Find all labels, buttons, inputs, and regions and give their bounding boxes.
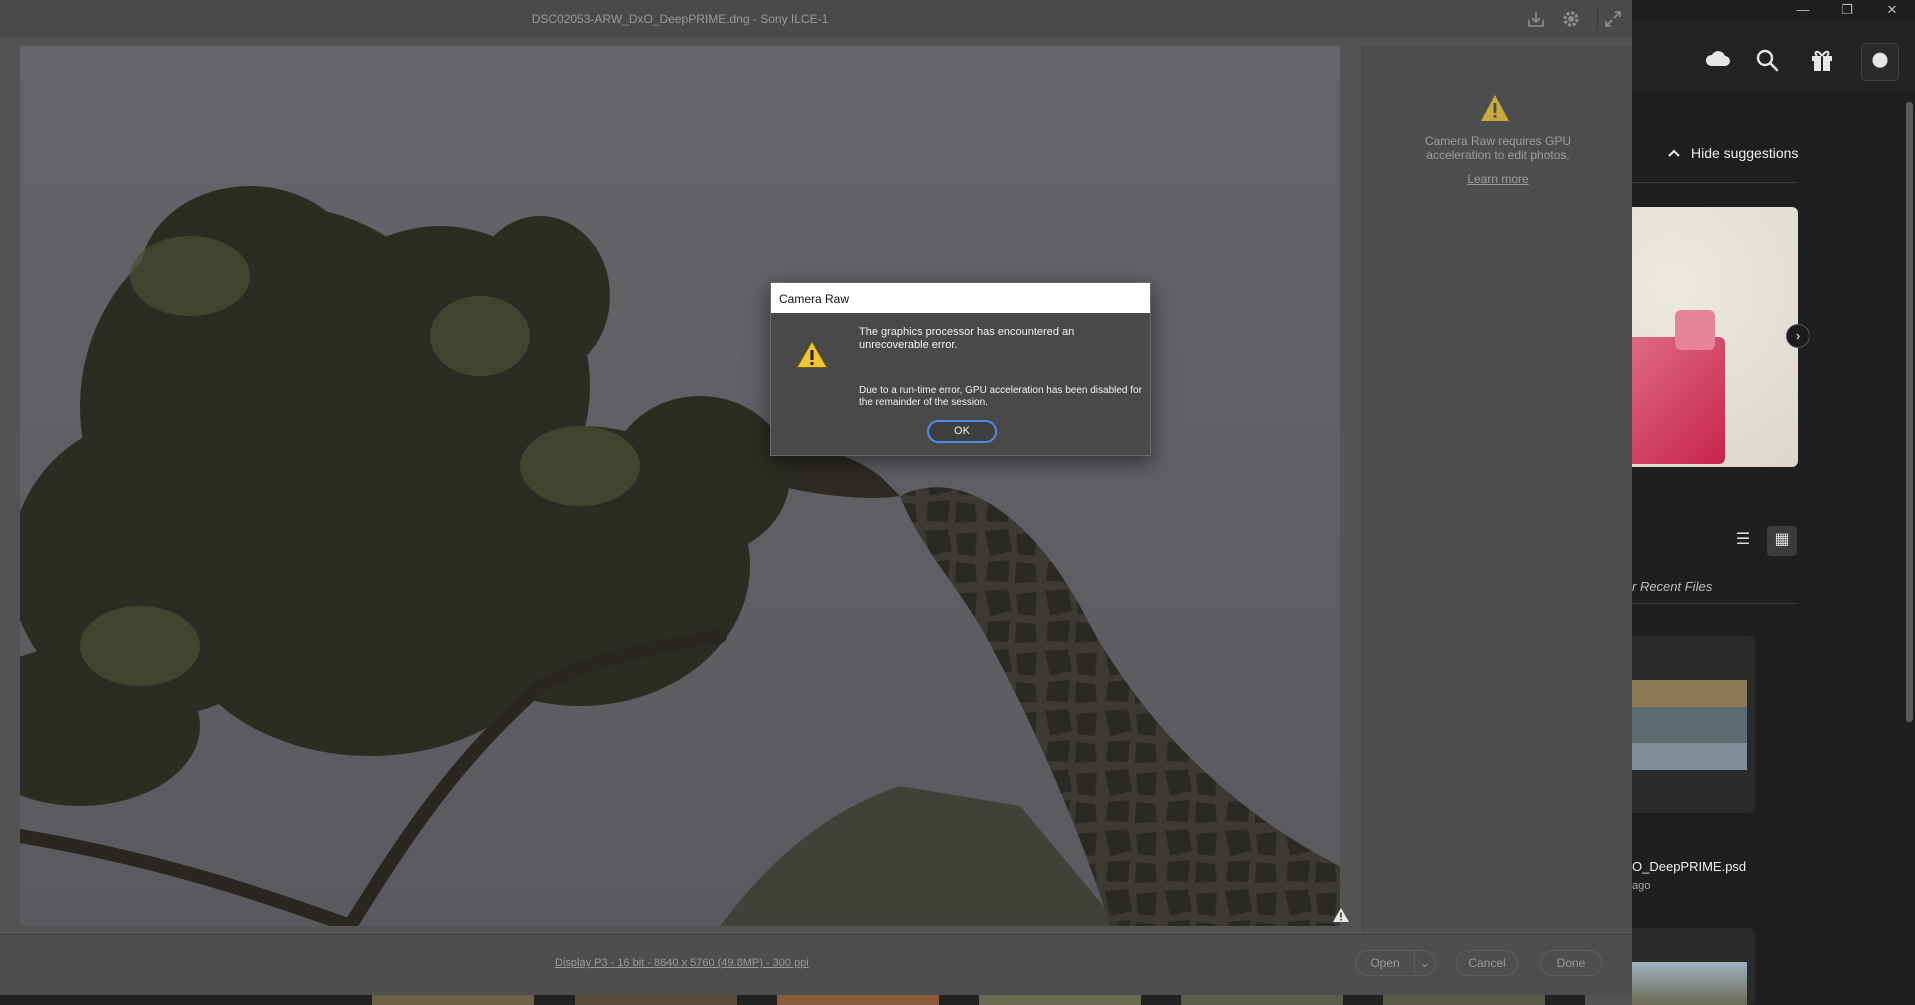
filmstrip-thumbnail[interactable] [777,995,939,1005]
restore-button[interactable]: ❐ [1824,0,1870,22]
save-icon[interactable] [1526,9,1546,29]
dialog-message-primary: The graphics processor has encountered a… [859,326,1075,351]
suggestion-card[interactable] [1620,207,1798,467]
filmstrip-thumbnail[interactable] [372,995,534,1005]
open-options-button[interactable]: ⌄ [1414,950,1436,976]
scrollbar-thumb[interactable] [1906,102,1913,722]
gpu-required-message: Camera Raw requires GPU acceleration to … [1424,134,1572,162]
dialog-title: Camera Raw [779,292,850,306]
cancel-button[interactable]: Cancel [1456,950,1518,976]
screen: — ❐ ✕ Hide suggestions › ☰ ▦ r Recent Fi… [0,0,1915,1005]
fullscreen-icon[interactable] [1603,9,1623,29]
grid-view-icon[interactable]: ▦ [1767,526,1797,556]
document-title: DSC02053-ARW_DxO_DeepPRIME.dng - Sony IL… [531,12,829,26]
divider [1632,182,1798,183]
close-button[interactable]: ✕ [1869,0,1915,22]
list-view-icon[interactable]: ☰ [1728,526,1758,556]
recent-file-thumbnail [1632,680,1747,770]
camera-raw-titlebar: DSC02053-ARW_DxO_DeepPRIME.dng - Sony IL… [0,0,1632,38]
recent-file-card[interactable] [1620,636,1755,813]
workflow-options-link[interactable]: Display P3 - 16 bit - 8640 x 5760 (49.8M… [555,957,809,969]
hide-suggestions-label: Hide suggestions [1691,145,1799,161]
filmstrip-thumbnail[interactable] [1181,995,1343,1005]
warning-icon [796,340,828,368]
settings-icon[interactable] [1561,9,1581,29]
divider [1597,8,1598,30]
chevron-down-icon: ⌄ [1419,956,1431,970]
recent-file-time: ago [1632,880,1651,892]
cloud-icon[interactable] [1704,46,1732,74]
gift-icon[interactable] [1808,46,1836,74]
divider [1632,603,1798,604]
open-button[interactable]: Open [1355,950,1415,976]
warning-icon[interactable] [1332,907,1350,923]
recent-file-thumbnail [1632,962,1747,1005]
filmstrip-thumbnail[interactable] [1585,995,1632,1005]
search-icon[interactable] [1753,46,1781,74]
dialog-titlebar: Camera Raw [771,283,1150,313]
scrollbar[interactable] [1904,94,1915,724]
recent-files-heading: r Recent Files [1632,579,1713,594]
avatar[interactable] [1861,43,1899,81]
recent-file-name[interactable]: O_DeepPRIME.psd [1632,859,1746,874]
camera-raw-window: DSC02053-ARW_DxO_DeepPRIME.dng - Sony IL… [0,0,1632,995]
suggestion-illustration-accent [1675,310,1715,350]
learn-more-link[interactable]: Learn more [1363,172,1633,186]
hide-suggestions-button[interactable]: Hide suggestions [1667,142,1798,164]
ok-button[interactable]: OK [927,420,997,443]
filmstrip-thumbnail[interactable] [979,995,1141,1005]
filmstrip-thumbnail[interactable] [575,995,737,1005]
filmstrip-thumbnail[interactable] [1383,995,1545,1005]
chevron-right-icon[interactable]: › [1786,324,1810,348]
minimize-button[interactable]: — [1780,0,1826,22]
suggestion-illustration [1620,337,1725,464]
photo-preview[interactable] [20,46,1340,926]
chevron-up-icon [1668,149,1680,157]
gpu-error-dialog: Camera Raw The graphics processor has en… [770,282,1151,456]
camera-raw-footer: Display P3 - 16 bit - 8640 x 5760 (49.8M… [0,934,1632,995]
done-button[interactable]: Done [1540,950,1602,976]
photoshop-titlebar: — ❐ ✕ [1632,0,1915,22]
edit-panel: Camera Raw requires GPU acceleration to … [1362,46,1632,932]
warning-icon [1481,95,1509,121]
dialog-message-secondary: Due to a run-time error, GPU acceleratio… [859,385,1142,408]
recent-file-card[interactable] [1620,928,1755,1005]
